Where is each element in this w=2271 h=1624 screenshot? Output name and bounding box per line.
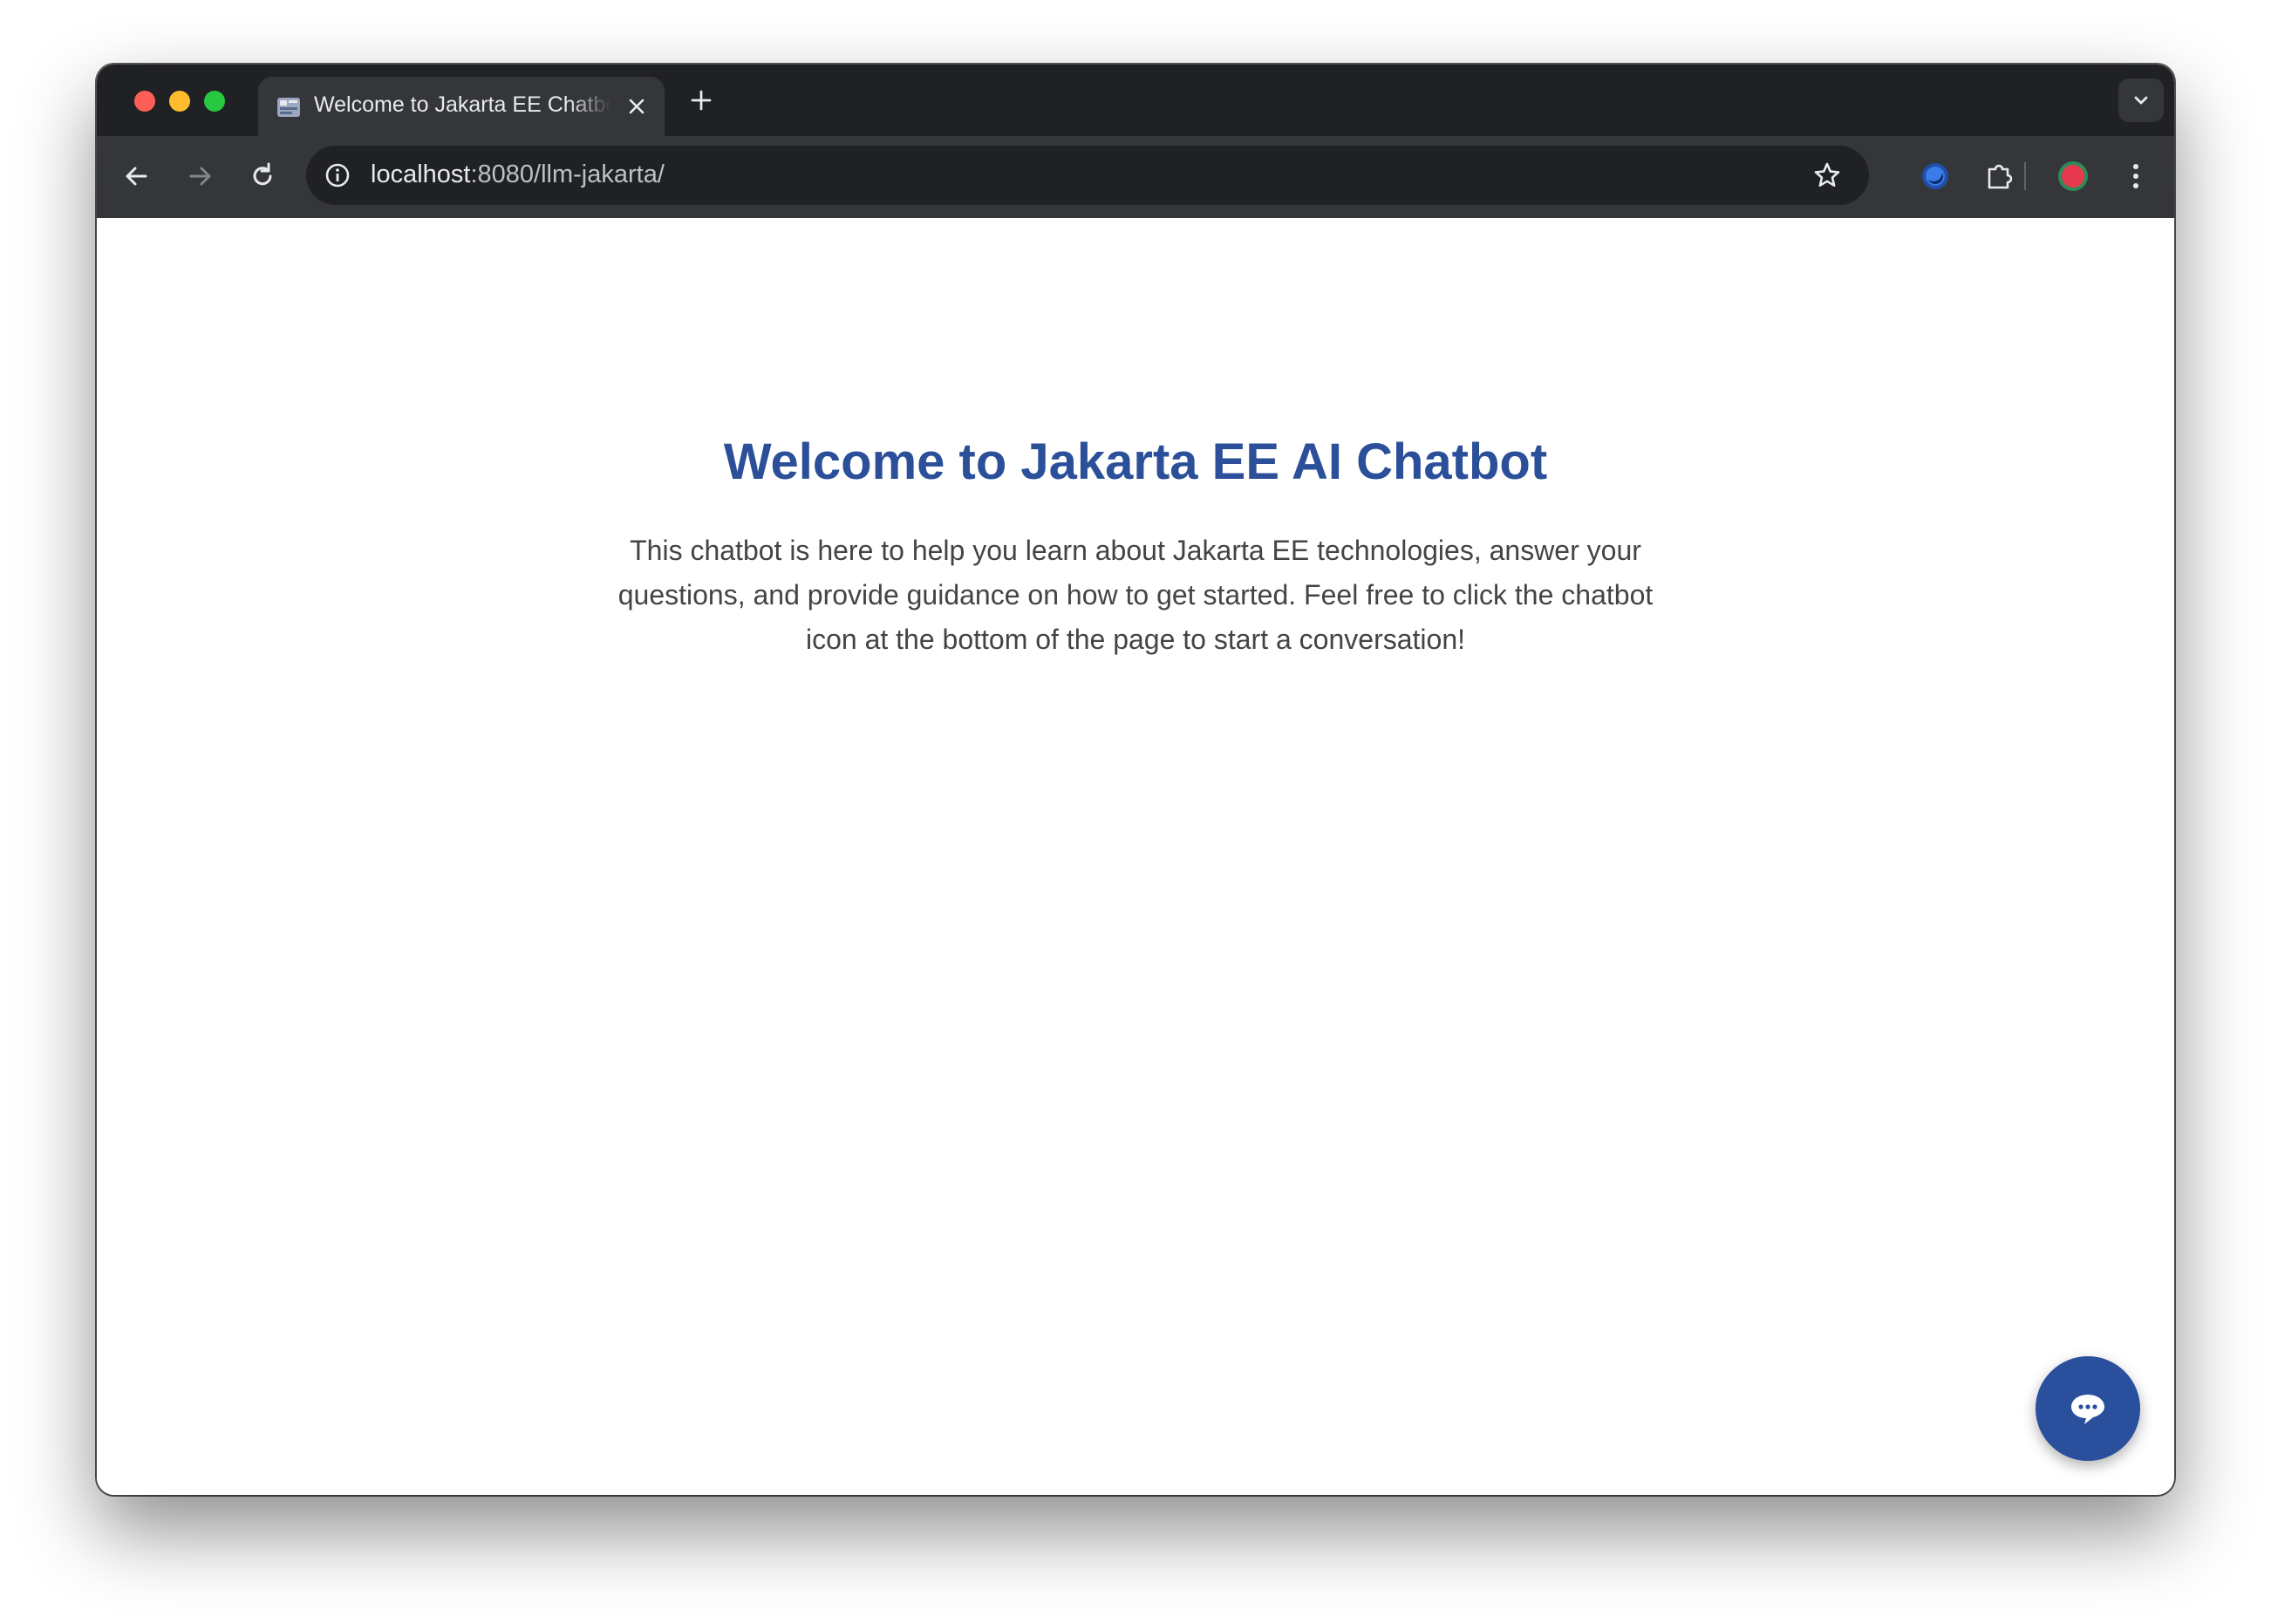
- browser-window: Welcome to Jakarta EE Chatbot localhost:…: [97, 65, 2174, 1495]
- tab-title: Welcome to Jakarta EE Chatbot: [314, 92, 610, 117]
- reload-icon[interactable]: [245, 159, 280, 194]
- kebab-menu-icon[interactable]: [2117, 157, 2155, 195]
- tab-strip: Welcome to Jakarta EE Chatbot: [97, 65, 2174, 136]
- profile-avatar[interactable]: [2054, 157, 2092, 195]
- circle-extension-icon[interactable]: [1916, 157, 1954, 195]
- tab-search-button[interactable]: [2118, 78, 2164, 122]
- close-window-button[interactable]: [134, 91, 155, 112]
- close-icon[interactable]: [625, 95, 648, 118]
- minimize-window-button[interactable]: [169, 91, 190, 112]
- maximize-window-button[interactable]: [204, 91, 225, 112]
- url-host: localhost: [371, 160, 471, 188]
- info-icon[interactable]: [322, 160, 353, 191]
- page-title: Welcome to Jakarta EE AI Chatbot: [723, 433, 1548, 490]
- tab-active[interactable]: Welcome to Jakarta EE Chatbot: [258, 77, 665, 136]
- chatbot-open-button[interactable]: [2036, 1356, 2140, 1461]
- address-bar[interactable]: localhost:8080/llm-jakarta/: [306, 146, 1869, 205]
- url-text[interactable]: localhost:8080/llm-jakarta/: [371, 160, 665, 189]
- page-description: This chatbot is here to help you learn a…: [617, 535, 1654, 655]
- chevron-down-icon: [2134, 96, 2148, 105]
- plus-icon[interactable]: [686, 85, 716, 115]
- jakarta-ee-favicon: [277, 98, 300, 117]
- toolbar-divider: [2024, 162, 2026, 190]
- arrow-right-icon[interactable]: [182, 159, 217, 194]
- browser-toolbar: localhost:8080/llm-jakarta/: [97, 136, 2174, 218]
- page-content: Welcome to Jakarta EE AI Chatbot This ch…: [97, 218, 2174, 1495]
- url-path: :8080/llm-jakarta/: [470, 160, 665, 188]
- arrow-left-icon[interactable]: [119, 159, 154, 194]
- star-icon[interactable]: [1811, 160, 1843, 191]
- chat-bubble-icon: [2071, 1395, 2104, 1424]
- puzzle-icon[interactable]: [1981, 157, 2019, 195]
